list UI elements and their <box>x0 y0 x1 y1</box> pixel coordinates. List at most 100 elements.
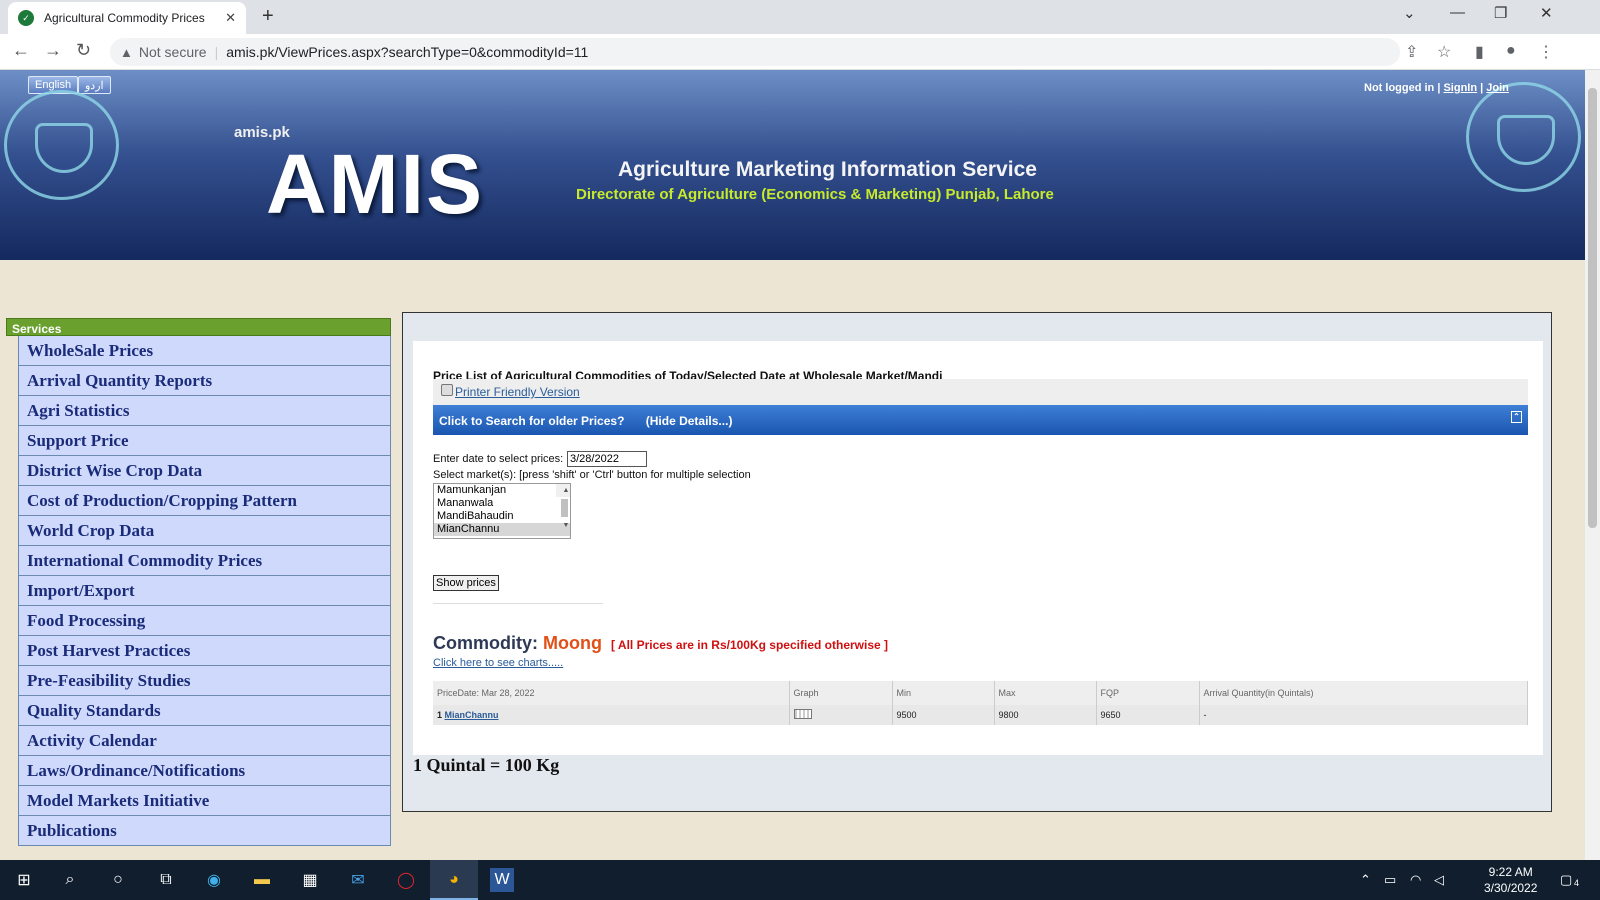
sidebar-item-world-crop-data[interactable]: World Crop Data <box>18 516 391 546</box>
arrival-cell: - <box>1199 705 1528 725</box>
punjab-emblem-left-icon <box>4 90 119 200</box>
not-logged-in-label: Not logged in <box>1364 82 1435 94</box>
windows-taskbar: ⊞ ⌕ ○ ⧉ ◉ ▬ ▦ ✉ ◯ ◕ W ⌃ ▭ ◠ ◁ 9:22 AM 3/… <box>0 860 1600 900</box>
fqp-cell: 9650 <box>1096 705 1200 725</box>
tray-chevron-icon[interactable]: ⌃ <box>1360 872 1371 888</box>
back-icon[interactable]: ← <box>12 40 30 61</box>
side-panel-icon[interactable]: ▮ <box>1475 42 1484 62</box>
price-panel: Price List of Agricultural Commodities o… <box>413 341 1543 755</box>
show-prices-button[interactable]: Show prices <box>433 575 499 591</box>
see-charts-link[interactable]: Click here to see charts..... <box>433 657 563 669</box>
not-secure-label: Not secure <box>138 44 207 60</box>
commodity-label: Commodity: <box>433 633 538 653</box>
sidebar-item-pre-feasibility[interactable]: Pre-Feasibility Studies <box>18 666 391 696</box>
sidebar-item-food-processing[interactable]: Food Processing <box>18 606 391 636</box>
search-older-prices-bar[interactable]: Click to Search for older Prices? (Hide … <box>433 405 1528 435</box>
reload-icon[interactable]: ↻ <box>76 40 91 61</box>
site-favicon-icon: ✓ <box>18 10 34 26</box>
punjab-emblem-right-icon <box>1466 82 1581 192</box>
tab-search-icon[interactable]: ⌄ <box>1403 4 1416 22</box>
site-full-name: Agriculture Marketing Information Servic… <box>618 158 1037 181</box>
date-label: Enter date to select prices: <box>433 453 564 465</box>
sidebar-item-laws[interactable]: Laws/Ordinance/Notifications <box>18 756 391 786</box>
services-heading: Services <box>6 318 391 336</box>
search-older-label[interactable]: Click to Search for older Prices? <box>439 414 624 428</box>
market-option[interactable]: MandiBahaudin <box>434 510 570 523</box>
page-scroll-thumb[interactable] <box>1588 88 1597 528</box>
price-unit-note: [ All Prices are in Rs/100Kg specified o… <box>611 638 889 652</box>
sidebar-item-cost-of-production[interactable]: Cost of Production/Cropping Pattern <box>18 486 391 516</box>
divider <box>433 603 603 604</box>
sidebar-item-wholesale-prices[interactable]: WholeSale Prices <box>18 336 391 366</box>
printer-icon <box>441 384 453 396</box>
sidebar-item-post-harvest[interactable]: Post Harvest Practices <box>18 636 391 666</box>
opera-icon[interactable]: ◯ <box>394 868 418 892</box>
page-scrollbar[interactable] <box>1585 70 1600 860</box>
market-option[interactable]: Mananwala <box>434 497 570 510</box>
tab-close-icon[interactable]: ✕ <box>225 10 236 26</box>
sidebar-item-quality-standards[interactable]: Quality Standards <box>18 696 391 726</box>
services-menu: Services WholeSale Prices Arrival Quanti… <box>6 318 391 846</box>
main-content: Price List of Agricultural Commodities o… <box>402 312 1552 812</box>
market-link[interactable]: MianChannu <box>445 710 499 720</box>
wifi-icon[interactable]: ◠ <box>1410 872 1421 888</box>
word-icon[interactable]: W <box>490 868 514 892</box>
chrome-icon[interactable]: ◕ <box>442 868 466 892</box>
market-option[interactable]: Mamunkanjan <box>434 484 570 497</box>
sidebar-item-publications[interactable]: Publications <box>18 816 391 846</box>
edge-icon[interactable]: ◉ <box>202 868 226 892</box>
browser-tab[interactable]: ✓ Agricultural Commodity Prices ✕ <box>8 2 246 34</box>
scroll-up-icon[interactable]: ▲ <box>559 484 570 497</box>
store-icon[interactable]: ▦ <box>298 868 322 892</box>
url-field[interactable]: ▲ Not secure | amis.pk/ViewPrices.aspx?s… <box>110 38 1400 66</box>
signin-link[interactable]: SignIn <box>1443 82 1477 94</box>
browser-tab-bar: ✓ Agricultural Commodity Prices ✕ + ⌄ — … <box>0 0 1600 34</box>
market-option-selected[interactable]: MianChannu <box>434 523 570 536</box>
sidebar-item-support-price[interactable]: Support Price <box>18 426 391 456</box>
profile-avatar-icon[interactable]: ● <box>1506 42 1516 60</box>
sidebar-item-model-markets[interactable]: Model Markets Initiative <box>18 786 391 816</box>
market-select[interactable]: Mamunkanjan Mananwala MandiBahaudin Mian… <box>433 483 571 539</box>
scroll-thumb[interactable] <box>561 499 568 517</box>
battery-icon[interactable]: ▭ <box>1384 872 1396 888</box>
notification-icon[interactable]: ▢ <box>1560 872 1572 888</box>
header-min: Min <box>892 681 995 705</box>
graph-cell[interactable] <box>789 705 893 725</box>
system-clock[interactable]: 9:22 AM 3/30/2022 <box>1484 864 1537 896</box>
login-status: Not logged in | SignIn | Join <box>1364 82 1509 94</box>
task-view-icon[interactable]: ⧉ <box>154 868 178 892</box>
sidebar-item-agri-statistics[interactable]: Agri Statistics <box>18 396 391 426</box>
mail-icon[interactable]: ✉ <box>346 868 370 892</box>
cortana-icon[interactable]: ○ <box>106 868 130 892</box>
sidebar-item-arrival-quantity[interactable]: Arrival Quantity Reports <box>18 366 391 396</box>
volume-icon[interactable]: ◁ <box>1434 872 1444 888</box>
more-menu-icon[interactable]: ⋮ <box>1538 42 1554 62</box>
file-explorer-icon[interactable]: ▬ <box>250 868 274 892</box>
minimize-icon[interactable]: — <box>1450 4 1465 21</box>
printer-friendly-link[interactable]: Printer Friendly Version <box>455 385 580 399</box>
divider: | <box>214 44 219 60</box>
forward-icon[interactable]: → <box>44 40 62 61</box>
urdu-button[interactable]: اردو <box>78 76 111 94</box>
market-list-scrollbar[interactable]: ▲ ▼ <box>556 484 570 529</box>
sidebar-item-district-crop-data[interactable]: District Wise Crop Data <box>18 456 391 486</box>
share-icon[interactable]: ⇪ <box>1405 42 1418 62</box>
new-tab-button[interactable]: + <box>262 5 274 28</box>
date-input[interactable] <box>567 451 647 467</box>
scroll-down-icon[interactable]: ▼ <box>559 519 570 532</box>
sidebar-item-activity-calendar[interactable]: Activity Calendar <box>18 726 391 756</box>
hide-details-link[interactable]: (Hide Details...) <box>646 414 733 428</box>
commodity-name: Moong <box>543 633 602 653</box>
close-window-icon[interactable]: ✕ <box>1540 4 1553 22</box>
row-index: 1 <box>437 710 443 720</box>
graph-icon[interactable] <box>793 709 812 719</box>
collapse-icon[interactable]: ⌃ <box>1511 411 1522 423</box>
join-link[interactable]: Join <box>1486 82 1509 94</box>
notification-count: 4 <box>1574 878 1580 888</box>
restore-icon[interactable]: ❐ <box>1494 4 1507 22</box>
bookmark-star-icon[interactable]: ☆ <box>1437 42 1451 62</box>
sidebar-item-import-export[interactable]: Import/Export <box>18 576 391 606</box>
search-icon[interactable]: ⌕ <box>58 868 82 892</box>
sidebar-item-international-prices[interactable]: International Commodity Prices <box>18 546 391 576</box>
windows-start-icon[interactable]: ⊞ <box>12 868 36 892</box>
